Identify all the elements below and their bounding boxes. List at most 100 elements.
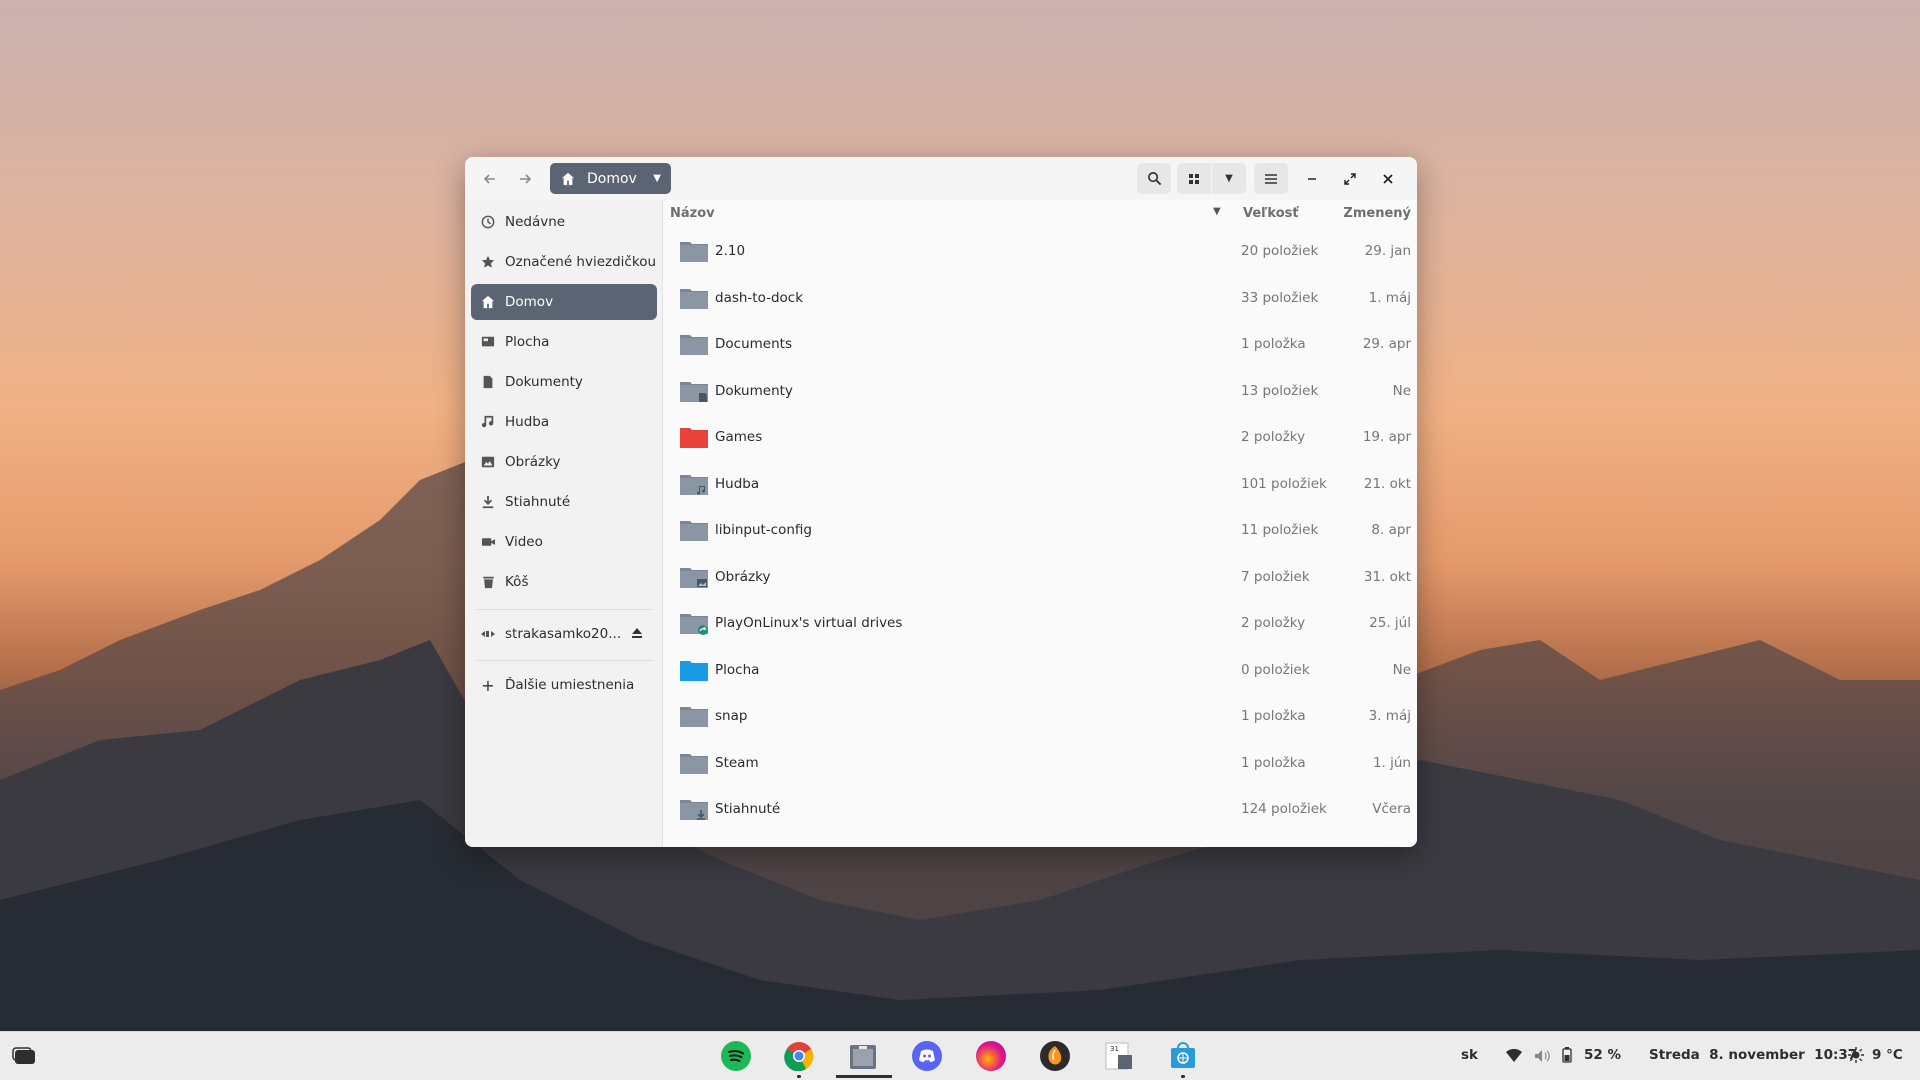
sidebar-item-documents[interactable]: Dokumenty: [471, 364, 657, 400]
sidebar-item-label: Kôš: [505, 574, 529, 590]
location-button[interactable]: Domov ▼: [550, 163, 671, 194]
sidebar-item-video[interactable]: Video: [471, 524, 657, 560]
file-name: PlayOnLinux's virtual drives: [715, 615, 903, 631]
minimize-button[interactable]: [1297, 163, 1327, 194]
table-row[interactable]: Plocha 0 položiek Ne: [663, 647, 1417, 693]
folder-red-icon: [680, 428, 708, 448]
file-size: 33 položiek: [1241, 289, 1319, 306]
running-indicator: [1181, 1075, 1185, 1078]
table-row[interactable]: 2.10 20 položiek 29. jan: [663, 228, 1417, 274]
sidebar-separator: [477, 660, 653, 661]
keyboard-layout[interactable]: sk: [1461, 1047, 1478, 1063]
chevron-down-icon: ▼: [653, 173, 661, 184]
location-label: Domov: [587, 170, 637, 187]
table-row[interactable]: Obrázky 7 položiek 31. okt: [663, 554, 1417, 600]
sidebar-item-drive[interactable]: strakasamko20...: [471, 616, 657, 652]
sidebar-item-trash[interactable]: Kôš: [471, 564, 657, 600]
file-size: 7 položiek: [1241, 568, 1310, 585]
file-list: Názov ▼ Veľkosť Zmenený 2.10 20 položiek 2…: [663, 200, 1417, 847]
file-name: dash-to-dock: [715, 289, 804, 306]
volume-icon[interactable]: [1534, 1048, 1550, 1067]
calendar-icon[interactable]: 31: [1104, 1041, 1134, 1071]
download-icon: [479, 495, 497, 509]
folder-icon: [680, 474, 708, 495]
column-size[interactable]: Veľkosť: [1243, 206, 1299, 221]
file-modified: 29. apr: [1362, 336, 1411, 352]
file-name: Dokumenty: [715, 382, 793, 399]
sidebar-item-pictures[interactable]: Obrázky: [471, 444, 657, 480]
document-icon: [479, 375, 497, 389]
files-icon[interactable]: [848, 1041, 878, 1071]
folder-icon: [680, 381, 708, 402]
table-row[interactable]: Documents 1 položka 29. apr: [663, 321, 1417, 367]
sidebar-item-home[interactable]: Domov: [471, 284, 657, 320]
music-icon: [479, 415, 497, 429]
table-row[interactable]: Games 2 položky 19. apr: [663, 414, 1417, 460]
chevron-down-icon: ▼: [1225, 173, 1233, 184]
menu-button[interactable]: [1254, 163, 1288, 194]
grid-view-button[interactable]: [1177, 163, 1211, 194]
search-icon: [1147, 172, 1161, 186]
desktop-icon: [479, 335, 497, 349]
sidebar-item-music[interactable]: Hudba: [471, 404, 657, 440]
software-store-icon[interactable]: [1168, 1041, 1198, 1071]
folder-icon: [680, 846, 691, 847]
folder-icon: [680, 753, 708, 774]
column-modified[interactable]: Zmenený: [1343, 206, 1411, 221]
sidebar-separator: [477, 609, 653, 610]
table-row[interactable]: PlayOnLinux's virtual drives 2 položky 25.…: [663, 600, 1417, 646]
file-name: Stiahnuté: [715, 801, 781, 817]
wifi-icon[interactable]: [1506, 1048, 1522, 1067]
chrome-icon[interactable]: [784, 1041, 814, 1072]
workspaces-button[interactable]: [12, 1046, 36, 1066]
close-icon: [1383, 173, 1393, 184]
sidebar-item-label: Video: [505, 534, 543, 550]
battery-icon[interactable]: [1562, 1047, 1572, 1067]
table-row[interactable]: dash-to-dock 33 položiek 1. máj: [663, 275, 1417, 321]
taskbar: 31 sk 52 % Streda 8. november 10:37 9 °C: [0, 1031, 1920, 1080]
running-indicator: [797, 1075, 801, 1078]
eject-icon[interactable]: [631, 627, 643, 643]
sidebar-item-downloads[interactable]: Stiahnuté: [471, 484, 657, 520]
file-size: 124 položiek: [1241, 801, 1327, 817]
table-row[interactable]: snap 1 položka 3. máj: [663, 693, 1417, 739]
spotify-icon[interactable]: [721, 1041, 751, 1071]
clock-datetime[interactable]: Streda 8. november 10:37: [1649, 1047, 1857, 1063]
fl-studio-icon[interactable]: [1040, 1041, 1070, 1071]
forward-button[interactable]: [510, 163, 540, 194]
table-row[interactable]: libinput-config 11 položiek 8. apr: [663, 507, 1417, 553]
file-size: 2 položky: [1241, 615, 1306, 631]
file-name: 2.10: [715, 243, 746, 259]
maximize-button[interactable]: [1335, 163, 1365, 194]
sidebar-item-other-locations[interactable]: + Ďalšie umiestnenia: [471, 667, 657, 703]
file-size: 13 položiek: [1241, 382, 1319, 399]
back-button[interactable]: [475, 163, 505, 194]
clock-icon: [479, 215, 497, 229]
folder-icon: [680, 614, 708, 635]
file-modified: 21. okt: [1363, 475, 1411, 492]
home-icon: [560, 171, 576, 187]
discord-icon[interactable]: [912, 1041, 942, 1071]
file-name: Plocha: [715, 661, 760, 678]
folder-icon: [680, 800, 708, 820]
search-button[interactable]: [1137, 163, 1171, 194]
sidebar-item-desktop[interactable]: Plocha: [471, 324, 657, 360]
file-size: 20 položiek: [1241, 243, 1319, 259]
file-size: 0 položiek: [1241, 661, 1310, 678]
sidebar-item-starred[interactable]: Označené hviezdičkou: [471, 244, 657, 280]
close-button[interactable]: [1373, 163, 1403, 194]
table-row[interactable]: Steam 1 položka 1. jún: [663, 740, 1417, 786]
folder-icon: [680, 567, 708, 588]
view-options-button[interactable]: ▼: [1212, 163, 1246, 194]
weather-sun-icon[interactable]: [1848, 1047, 1864, 1067]
sort-chevron-icon[interactable]: ▼: [1213, 206, 1221, 217]
folder-desktop-icon: [680, 660, 708, 681]
file-size: 11 položiek: [1241, 522, 1319, 538]
table-row[interactable]: Stiahnuté 124 položiek Včera: [663, 786, 1417, 832]
column-name[interactable]: Názov: [670, 206, 715, 221]
firefox-icon[interactable]: [976, 1041, 1006, 1071]
table-row[interactable]: Dokumenty 13 položiek Ne: [663, 368, 1417, 414]
sidebar-item-recent[interactable]: Nedávne: [471, 204, 657, 240]
table-row[interactable]: Hudba 101 položiek 21. okt: [663, 461, 1417, 507]
table-row[interactable]: Šablóny5 položiek8. apr: [663, 833, 1417, 847]
